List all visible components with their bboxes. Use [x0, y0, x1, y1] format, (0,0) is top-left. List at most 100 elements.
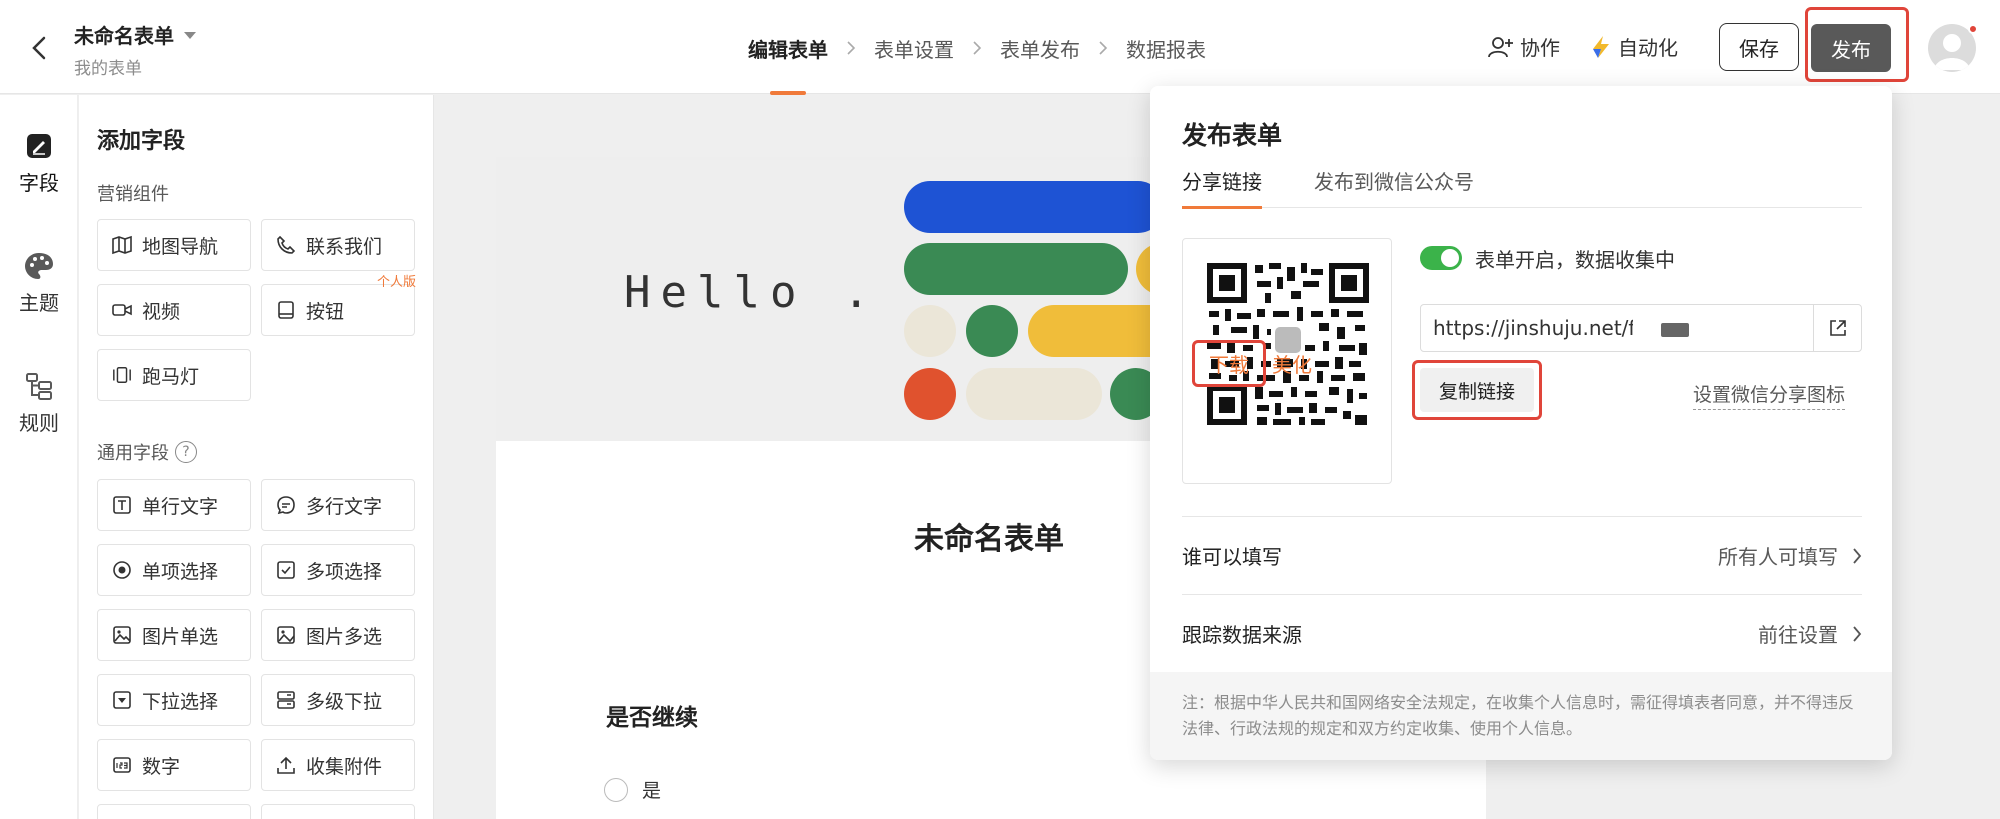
panel-title: 添加字段: [97, 129, 186, 154]
chevron-right-icon: [1080, 40, 1126, 56]
field-label: 按钮: [306, 300, 345, 323]
step-data-report[interactable]: 数据报表: [1126, 34, 1206, 63]
collab-label: 协作: [1520, 36, 1560, 60]
banner-text: Hello .: [624, 267, 880, 318]
tab-wechat-official[interactable]: 发布到微信公众号: [1314, 166, 1474, 195]
button-icon: [276, 300, 296, 320]
field-map-nav[interactable]: 地图导航: [97, 219, 251, 271]
field-image-single[interactable]: 图片单选: [97, 609, 251, 661]
multiline-icon: [276, 495, 296, 515]
share-url-field[interactable]: https://jinshuju.net/f: [1420, 304, 1862, 352]
who-can-fill-label: 谁可以填写: [1182, 545, 1282, 569]
form-name-dropdown[interactable]: 未命名表单: [74, 20, 196, 49]
video-icon: [112, 300, 132, 320]
automation-button[interactable]: 自动化: [1590, 32, 1678, 61]
option-row[interactable]: 是: [604, 776, 661, 803]
form-name: 未命名表单: [74, 24, 174, 48]
field-video[interactable]: 视频: [97, 284, 251, 336]
field-single-choice[interactable]: 单项选择: [97, 544, 251, 596]
text-icon: [112, 495, 132, 515]
number-icon: [112, 755, 132, 775]
field-label: 地图导航: [142, 235, 219, 258]
marquee-icon: [112, 365, 132, 385]
copy-link-button[interactable]: 复制链接: [1420, 368, 1534, 412]
field-contact-us[interactable]: 联系我们: [261, 219, 415, 271]
left-rail: 字段 主题 规则: [0, 95, 78, 819]
step-edit-form[interactable]: 编辑表单: [748, 34, 828, 95]
field-partial[interactable]: [261, 804, 415, 819]
map-icon: [112, 235, 132, 255]
upload-icon: [276, 755, 296, 775]
top-header: 未命名表单 我的表单 编辑表单 表单设置 表单发布 数据报表 协作 自动化 保存…: [0, 0, 2000, 95]
track-source-row[interactable]: 跟踪数据来源 前往设置: [1182, 594, 1862, 672]
palette-icon: [25, 253, 53, 279]
track-source-value: 前往设置: [1758, 623, 1838, 647]
step-form-publish[interactable]: 表单发布: [1000, 34, 1080, 63]
chevron-right-icon: [1853, 547, 1862, 564]
field-single-line[interactable]: 单行文字: [97, 479, 251, 531]
collab-button[interactable]: 协作: [1488, 32, 1560, 61]
qr-download-button[interactable]: 下载: [1192, 340, 1266, 387]
field-attachment[interactable]: 收集附件: [261, 739, 415, 791]
field-icon: [27, 134, 51, 158]
rail-item-label: 规则: [19, 411, 59, 435]
field-label: 视频: [142, 300, 181, 323]
field-multi-line[interactable]: 多行文字: [261, 479, 415, 531]
add-field-panel: 添加字段 营销组件 地图导航 联系我们 视频 按钮 个人版 跑马灯 通用字段 ?…: [79, 95, 434, 819]
save-button[interactable]: 保存: [1719, 23, 1799, 71]
section-marketing: 营销组件: [97, 184, 169, 205]
form-location: 我的表单: [74, 59, 142, 79]
who-can-fill-value: 所有人可填写: [1718, 545, 1838, 569]
field-number[interactable]: 数字: [97, 739, 251, 791]
field-label: 单行文字: [142, 495, 219, 518]
publish-button[interactable]: 发布: [1811, 24, 1891, 72]
field-label: 多行文字: [306, 495, 383, 518]
rail-item-rules[interactable]: 规则: [0, 371, 78, 436]
help-icon[interactable]: ?: [175, 441, 197, 463]
question-label[interactable]: 是否继续: [606, 698, 698, 732]
add-user-icon: [1488, 36, 1513, 57]
step-nav: 编辑表单 表单设置 表单发布 数据报表: [748, 30, 1206, 95]
field-label: 单项选择: [142, 560, 219, 583]
field-image-multi[interactable]: 图片多选: [261, 609, 415, 661]
rail-item-fields[interactable]: 字段: [0, 131, 78, 196]
chevron-right-icon: [1853, 625, 1862, 642]
canvas-form-title[interactable]: 未命名表单: [914, 514, 1064, 558]
back-icon[interactable]: [26, 30, 52, 66]
field-label: 图片多选: [306, 625, 383, 648]
who-can-fill-row[interactable]: 谁可以填写 所有人可填写: [1182, 516, 1862, 594]
field-label: 数字: [142, 755, 181, 778]
popover-tabs: 分享链接 发布到微信公众号: [1182, 166, 1862, 209]
radio-button[interactable]: [604, 777, 628, 802]
dropdown-icon: [112, 690, 132, 710]
image-radio-icon: [112, 625, 132, 645]
field-partial[interactable]: [97, 804, 251, 819]
tab-share-link[interactable]: 分享链接: [1182, 166, 1262, 209]
field-label: 收集附件: [306, 755, 383, 778]
cascade-icon: [276, 690, 296, 710]
field-label: 多项选择: [306, 560, 383, 583]
rules-icon: [26, 373, 52, 400]
automation-label: 自动化: [1618, 36, 1678, 60]
caret-down-icon: [184, 32, 196, 39]
qr-beautify-button[interactable]: 美化: [1272, 349, 1312, 378]
field-dropdown[interactable]: 下拉选择: [97, 674, 251, 726]
url-redaction-mark: [1661, 323, 1689, 337]
field-cascade[interactable]: 多级下拉: [261, 674, 415, 726]
field-multi-choice[interactable]: 多项选择: [261, 544, 415, 596]
rail-item-theme[interactable]: 主题: [0, 251, 78, 316]
form-open-toggle[interactable]: [1420, 246, 1462, 270]
external-link-icon[interactable]: [1813, 305, 1861, 351]
image-multi-icon: [276, 625, 296, 645]
publish-popover: 发布表单 分享链接 发布到微信公众号 下载 美化 表单开启，数据收集中 http…: [1150, 86, 1892, 760]
field-marquee[interactable]: 跑马灯: [97, 349, 251, 401]
chevron-right-icon: [954, 40, 1000, 56]
wechat-share-icon-link[interactable]: 设置微信分享图标: [1693, 380, 1846, 410]
step-form-settings[interactable]: 表单设置: [874, 34, 954, 63]
field-label: 图片单选: [142, 625, 219, 648]
url-redaction: [1633, 313, 1763, 345]
share-url-text: https://jinshuju.net/f: [1433, 316, 1633, 340]
track-source-label: 跟踪数据来源: [1182, 623, 1302, 647]
chevron-right-icon: [828, 40, 874, 56]
field-button[interactable]: 按钮 个人版: [261, 275, 416, 336]
